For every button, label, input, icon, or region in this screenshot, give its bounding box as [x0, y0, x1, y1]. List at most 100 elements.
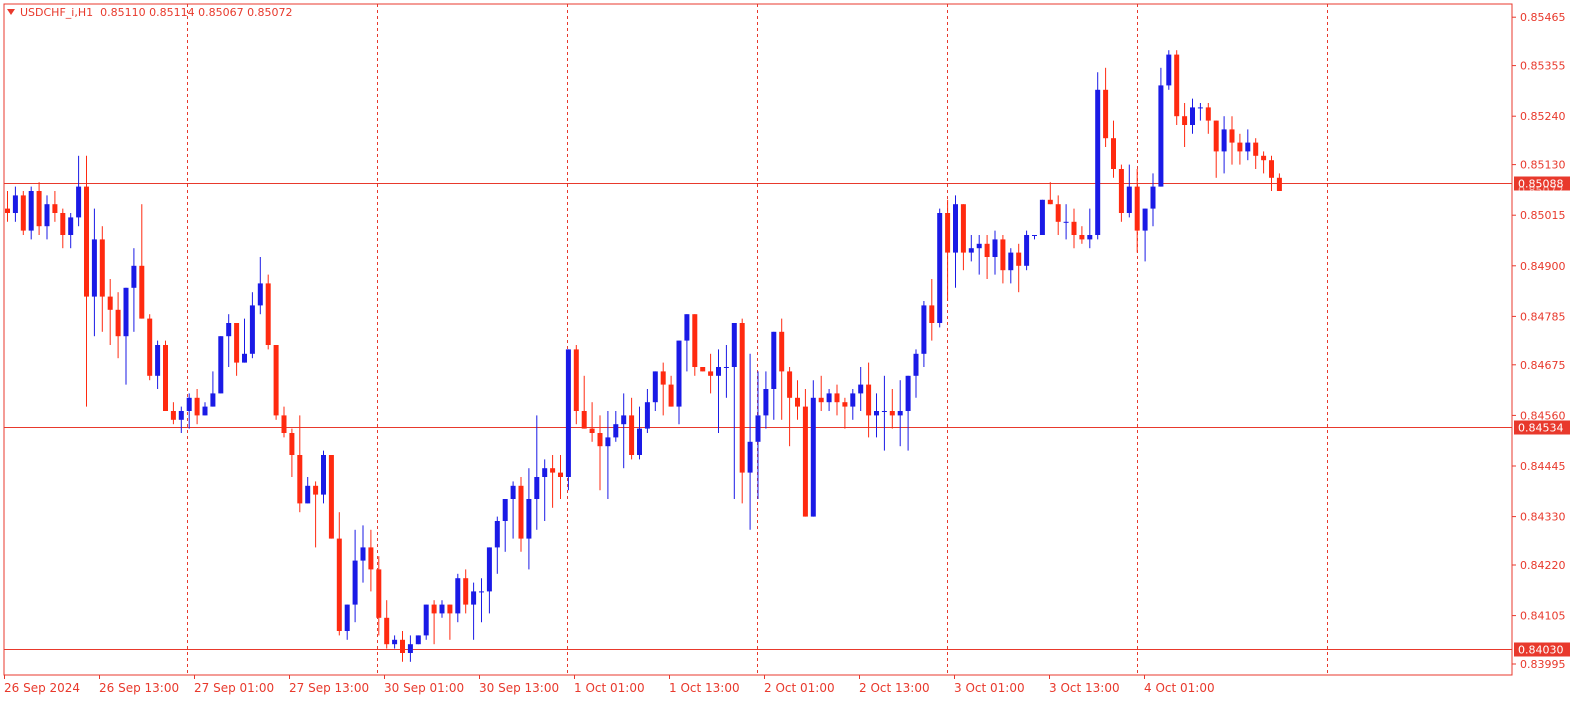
candle-body	[850, 393, 856, 407]
candle	[218, 336, 224, 394]
candle-body	[731, 323, 737, 367]
candle	[1118, 164, 1124, 222]
candle	[589, 402, 595, 442]
candle-body	[858, 384, 864, 394]
candle	[510, 481, 516, 539]
candle	[637, 406, 642, 460]
candle	[234, 323, 240, 376]
candle-body	[968, 248, 974, 253]
candle-body	[708, 371, 714, 376]
candle	[731, 323, 737, 499]
candle	[1071, 208, 1077, 249]
candle	[558, 455, 563, 499]
candle	[20, 191, 26, 235]
candle-body	[431, 604, 437, 614]
candles	[5, 50, 1282, 662]
candle	[913, 349, 919, 398]
candle-body	[1205, 107, 1211, 121]
candle	[1000, 235, 1006, 284]
candle	[842, 397, 848, 429]
candle-body	[1261, 155, 1267, 161]
candle-body	[913, 353, 919, 376]
candle-body	[992, 239, 998, 257]
x-tick-label: 26 Sep 13:00	[99, 681, 179, 695]
candle	[787, 367, 793, 447]
candle	[755, 371, 761, 499]
candle-body	[739, 323, 745, 473]
chart-ohlc: 0.85110 0.85114 0.85067 0.85072	[100, 6, 293, 19]
candle	[60, 208, 66, 249]
candle-body	[802, 406, 808, 517]
candle-body	[455, 578, 461, 614]
candle-body	[723, 367, 729, 368]
y-tick-label: 0.85130	[1520, 159, 1566, 172]
candle-body	[305, 485, 311, 504]
candle	[155, 340, 161, 389]
candle	[953, 195, 958, 288]
candle	[984, 235, 990, 279]
candle-body	[976, 243, 982, 249]
candle	[937, 208, 943, 328]
candle	[1024, 230, 1030, 271]
candle-body	[1095, 89, 1101, 235]
candle	[107, 279, 113, 345]
candle	[1229, 116, 1235, 165]
candle-body	[178, 411, 184, 420]
candle	[1269, 155, 1274, 191]
candle-body	[621, 415, 627, 425]
candle	[518, 477, 524, 552]
y-tick-label: 0.85465	[1520, 11, 1566, 24]
current-price-label: 0.85072	[1518, 184, 1564, 197]
x-tick-label: 27 Sep 13:00	[289, 681, 369, 695]
candle-body	[842, 402, 848, 407]
candle	[652, 371, 658, 411]
candle-body	[400, 639, 405, 653]
candle	[328, 455, 334, 539]
candle	[992, 230, 998, 275]
candle-body	[1245, 142, 1251, 152]
candle	[1150, 173, 1156, 227]
candle	[1261, 151, 1267, 174]
candle	[352, 529, 358, 623]
candle-body	[834, 393, 840, 403]
candle-body	[123, 287, 129, 337]
candle-body	[1213, 120, 1219, 152]
candle	[810, 380, 816, 517]
candle	[170, 402, 176, 425]
candle-body	[953, 204, 958, 253]
candle	[471, 582, 477, 640]
candle	[644, 389, 650, 433]
candle-body	[613, 424, 619, 438]
candle-body	[897, 411, 903, 416]
candle	[1205, 103, 1211, 134]
candle-body	[1126, 186, 1132, 213]
candle-body	[581, 411, 587, 429]
candle-body	[281, 415, 287, 433]
candle-body	[534, 477, 540, 499]
candle-body	[692, 314, 698, 367]
candle	[945, 199, 951, 301]
x-tick-label: 26 Sep 2024	[4, 681, 80, 695]
x-tick-label: 30 Sep 01:00	[384, 681, 464, 695]
candle	[1016, 243, 1022, 293]
candle-body	[147, 318, 153, 376]
candle	[99, 226, 105, 332]
candle	[795, 380, 800, 420]
candle	[1237, 133, 1243, 165]
candle-body	[1182, 116, 1188, 125]
candle	[1055, 195, 1061, 235]
candle-body	[1253, 142, 1259, 156]
candle-body	[91, 239, 97, 297]
candle	[273, 345, 279, 420]
candle-body	[84, 186, 89, 297]
candle	[439, 600, 445, 618]
chart-title: USDCHF_i,H1 0.85110 0.85114 0.85067 0.85…	[7, 6, 293, 19]
candle-body	[1276, 177, 1282, 191]
candle	[692, 314, 698, 376]
candle-body	[194, 397, 200, 416]
candle-body	[668, 384, 674, 407]
candle-body	[1016, 252, 1022, 266]
candle-body	[5, 208, 10, 213]
candle-body	[336, 538, 342, 631]
candle	[700, 367, 706, 372]
